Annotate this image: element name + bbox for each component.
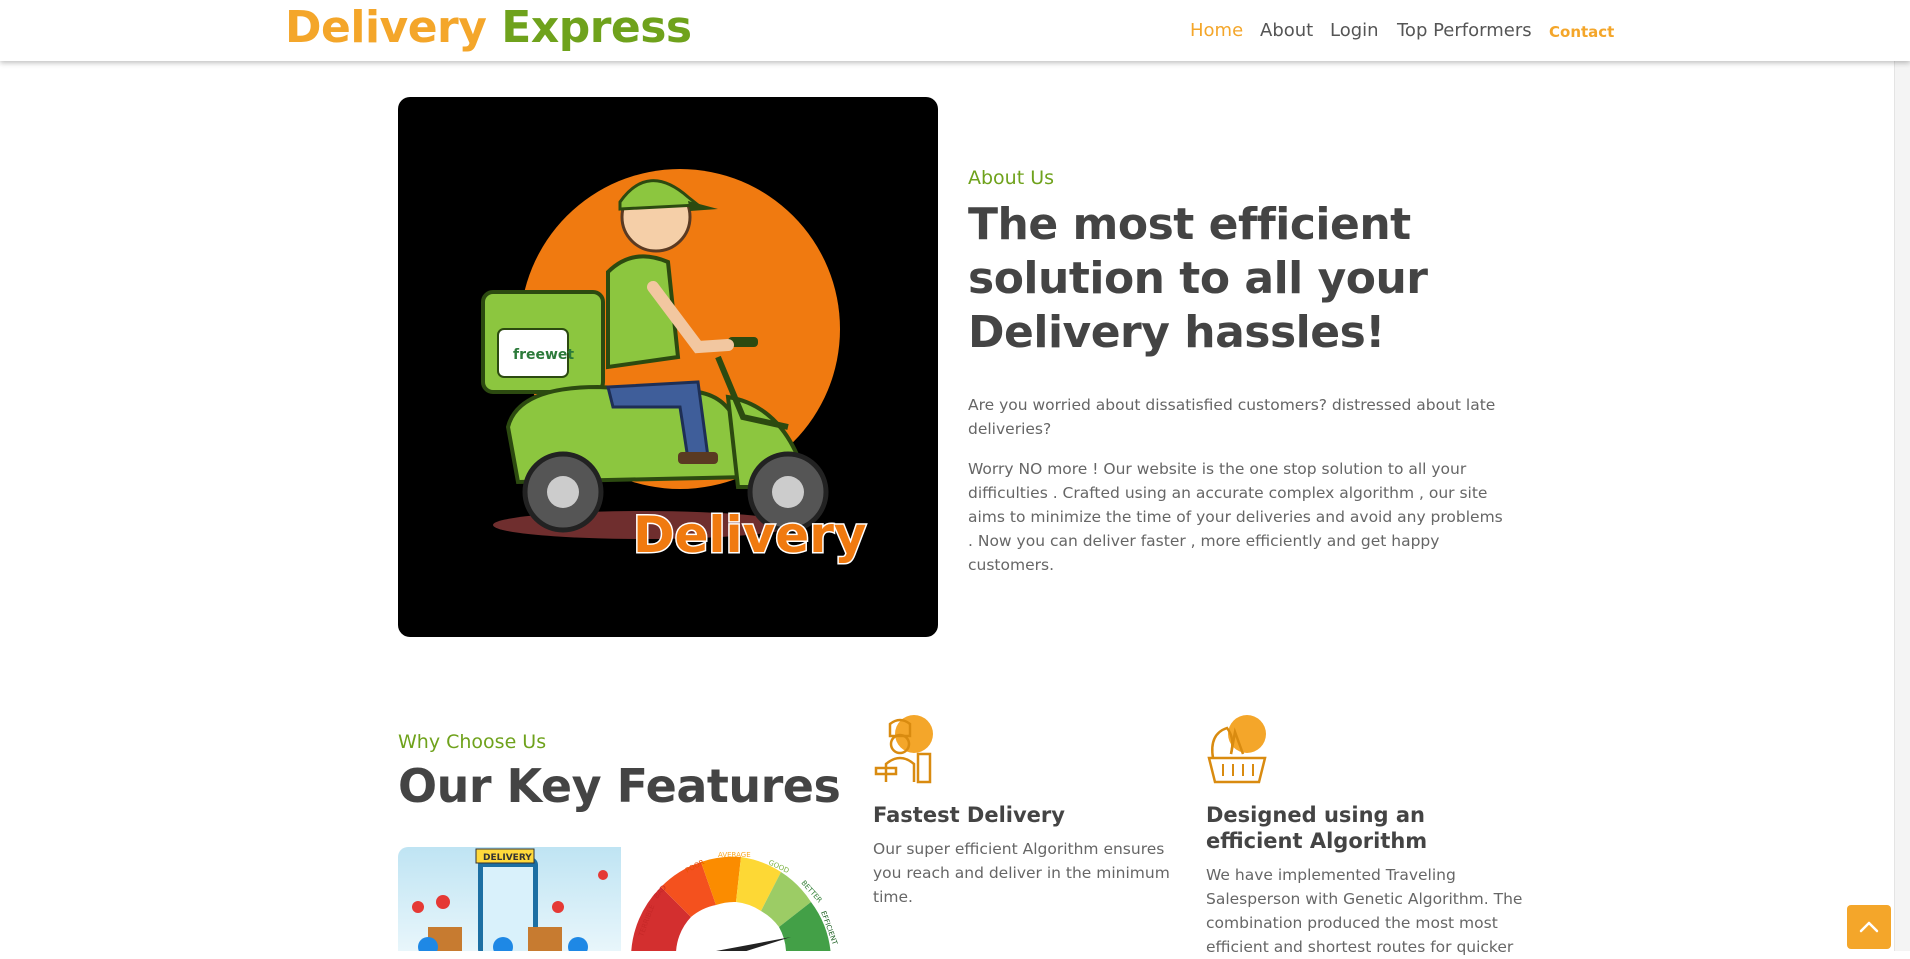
nav-contact[interactable]: Contact <box>1549 20 1614 44</box>
box-logo-text: freewet <box>513 347 574 363</box>
nav-home[interactable]: Home <box>1190 19 1243 43</box>
nav-about[interactable]: About <box>1260 19 1313 43</box>
features-title: Our Key Features <box>398 759 841 813</box>
navbar: Delivery Express Home About Login Top Pe… <box>0 0 1910 61</box>
feature-card-1-title: Fastest Delivery <box>873 803 1065 827</box>
nav-top-performers[interactable]: Top Performers <box>1397 19 1532 43</box>
about-paragraph-2: Worry NO more ! Our website is the one s… <box>968 460 1503 574</box>
about-paragraph-1: Are you worried about dissatisfied custo… <box>968 396 1496 438</box>
delivery-scooter-icon: freewet Delivery <box>481 169 868 566</box>
page-scrollbar[interactable] <box>1894 0 1910 951</box>
hero-caption: Delivery <box>633 506 866 564</box>
brand-part-2: Express <box>501 2 692 53</box>
brand-part-1: Delivery <box>285 2 487 53</box>
delivery-chef-icon <box>872 714 936 786</box>
feature-card-2-title: Designed using an efficient Algorithm <box>1206 803 1428 853</box>
about-title: The most efficient solution to all your … <box>968 199 1428 358</box>
gauge-label: AVERAGE <box>718 851 751 859</box>
about-subtitle: About Us <box>968 167 1055 189</box>
delivery-app-illustration: DELIVERY <box>398 847 621 951</box>
hero-delivery-illustration: freewet Delivery <box>398 97 938 637</box>
efficiency-gauge-illustration: TERRIBLE BAD POOR AVERAGE GOOD BETTER EF… <box>621 847 844 951</box>
vegetable-basket-icon <box>1205 714 1269 786</box>
chevron-up-icon <box>1859 921 1879 933</box>
back-to-top-button[interactable] <box>1847 905 1891 949</box>
delivery-sign-text: DELIVERY <box>483 853 532 863</box>
brand-logo[interactable]: Delivery Express <box>285 0 692 56</box>
features-subtitle: Why Choose Us <box>398 731 547 753</box>
feature-card-1-text: Our super efficient Algorithm ensures yo… <box>873 840 1170 906</box>
feature-card-2-text: We have implemented Traveling Salesperso… <box>1206 866 1523 956</box>
nav-login[interactable]: Login <box>1330 19 1379 43</box>
